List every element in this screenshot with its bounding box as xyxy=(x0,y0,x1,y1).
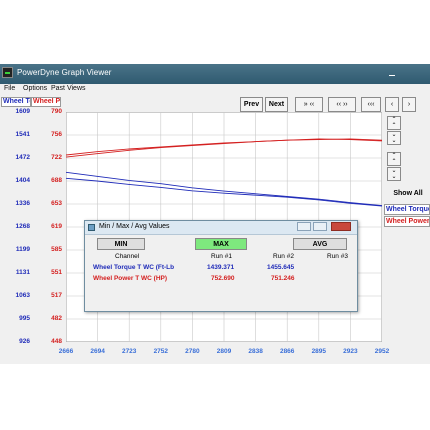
scroll-up-double-icon[interactable]: ⌃ ⌃ xyxy=(387,116,401,130)
torque-tick-label: 926 xyxy=(19,338,30,345)
channel-header: Channel xyxy=(115,253,140,260)
dialog-icon xyxy=(88,224,95,231)
run1-header: Run #1 xyxy=(211,253,232,260)
menu-past-views[interactable]: Past Views xyxy=(51,85,86,92)
torque-tick-label: 1609 xyxy=(15,108,30,115)
app-icon xyxy=(2,67,13,78)
row-power-run1: 752.690 xyxy=(211,275,235,282)
power-tick-label: 585 xyxy=(51,246,62,253)
scroll-right-button[interactable]: › xyxy=(402,97,416,112)
torque-tick-label: 1472 xyxy=(15,154,30,161)
expand-up-icon[interactable]: ⌃ ⌃ xyxy=(387,152,401,166)
dialog-title-bar: Min / Max / Avg Values xyxy=(85,221,357,235)
zoom-out-button[interactable]: » ‹‹ xyxy=(295,97,323,112)
power-tick-label: 517 xyxy=(51,292,62,299)
zoom-in-button[interactable]: ‹‹ ›› xyxy=(328,97,356,112)
power-tick-label: 619 xyxy=(51,223,62,230)
dialog-title: Min / Max / Avg Values xyxy=(99,223,170,230)
show-all-button[interactable]: Show All xyxy=(386,186,430,202)
legend-power[interactable]: Wheel Power T xyxy=(384,216,430,227)
torque-tick-label: 995 xyxy=(19,315,30,322)
x-tick-label: 2952 xyxy=(374,348,390,355)
power-tick-label: 722 xyxy=(51,154,62,161)
torque-tick-label: 1404 xyxy=(15,177,30,184)
torque-tick-label: 1199 xyxy=(15,246,30,253)
avg-button[interactable]: AVG xyxy=(293,238,347,250)
x-tick-label: 2694 xyxy=(90,348,105,355)
expand-down-icon[interactable]: ⌄ ⌄ xyxy=(387,167,401,181)
x-tick-label: 2895 xyxy=(311,348,327,355)
torque-tick-label: 1541 xyxy=(15,131,30,138)
row-power-channel: Wheel Power T WC (HP) xyxy=(93,275,168,282)
x-tick-label: 2723 xyxy=(121,348,137,355)
power-axis-label: Wheel Pc xyxy=(31,97,61,107)
axis-header: Wheel Tc Wheel Pc xyxy=(0,97,62,107)
x-tick-label: 2838 xyxy=(248,348,263,355)
row-torque-channel: Wheel Torque T WC (Ft-Lb xyxy=(93,264,175,271)
x-tick-label: 2752 xyxy=(153,348,169,355)
run3-header: Run #3 xyxy=(327,253,348,260)
menu-bar: File Options Past Views xyxy=(0,84,430,95)
run2-header: Run #2 xyxy=(273,253,294,260)
next-button[interactable]: Next xyxy=(265,97,288,112)
menu-options[interactable]: Options xyxy=(23,85,47,92)
x-tick-label: 2809 xyxy=(216,348,232,355)
power-tick-label: 756 xyxy=(51,131,62,138)
x-tick-label: 2923 xyxy=(343,348,358,355)
dialog-minimize-icon[interactable] xyxy=(297,222,311,231)
dialog-close-icon[interactable] xyxy=(331,222,351,231)
dialog-maximize-icon[interactable] xyxy=(313,222,327,231)
scroll-left-far-button[interactable]: ‹‹‹ xyxy=(361,97,381,112)
torque-tick-label: 1268 xyxy=(15,223,30,230)
menu-file[interactable]: File xyxy=(4,85,15,92)
row-torque-run1: 1439.371 xyxy=(207,264,235,271)
row-power-run2: 751.246 xyxy=(271,275,295,282)
row-torque-run2: 1455.645 xyxy=(267,264,295,271)
title-bar: PowerDyne Graph Viewer xyxy=(0,64,430,84)
minimize-icon[interactable] xyxy=(386,67,398,79)
power-tick-label: 551 xyxy=(51,269,62,276)
torque-tick-label: 1336 xyxy=(15,200,30,207)
graph-viewer-window: PowerDyne Graph Viewer File Options Past… xyxy=(0,64,430,364)
legend-torque[interactable]: Wheel Torque xyxy=(384,204,430,215)
min-button[interactable]: MIN xyxy=(97,238,145,250)
torque-tick-label: 1131 xyxy=(15,269,30,276)
torque-tick-label: 1063 xyxy=(15,292,30,299)
torque-axis-label: Wheel Tc xyxy=(1,97,31,107)
power-tick-label: 790 xyxy=(51,108,62,115)
window-title: PowerDyne Graph Viewer xyxy=(17,68,112,77)
power-tick-label: 653 xyxy=(51,200,62,207)
x-tick-label: 2666 xyxy=(58,348,74,355)
scroll-left-button[interactable]: ‹ xyxy=(385,97,399,112)
max-button[interactable]: MAX xyxy=(195,238,247,250)
power-tick-label: 482 xyxy=(51,315,62,322)
prev-button[interactable]: Prev xyxy=(240,97,263,112)
scroll-down-double-icon[interactable]: ⌄ ⌄ xyxy=(387,131,401,145)
power-tick-label: 688 xyxy=(51,177,62,184)
power-tick-label: 448 xyxy=(51,338,62,345)
x-tick-label: 2780 xyxy=(185,348,200,355)
x-tick-label: 2866 xyxy=(279,348,295,355)
min-max-avg-dialog: Min / Max / Avg Values MIN MAX AVG Chann… xyxy=(84,220,358,312)
